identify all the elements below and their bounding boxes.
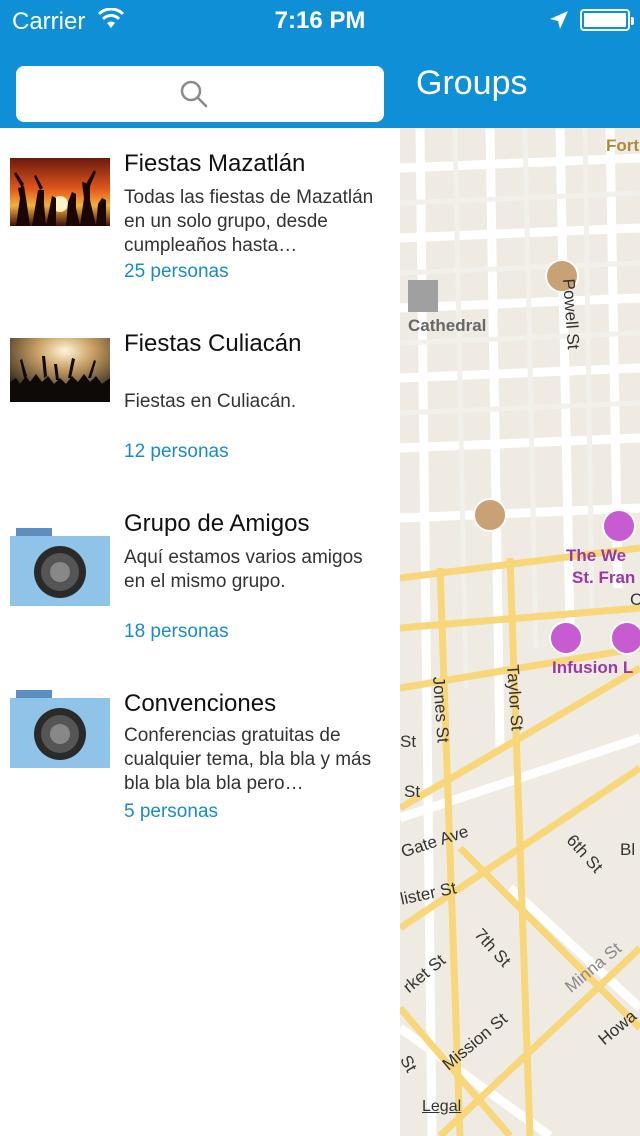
group-member-count[interactable]: 12 personas xyxy=(124,441,229,463)
group-row-convenciones[interactable]: Convenciones Conferencias gratuitas de c… xyxy=(0,668,400,848)
street-grid xyxy=(400,128,640,1136)
map-label-westin: The We xyxy=(566,546,627,565)
navigation-bar: Carrier 7:16 PM Groups xyxy=(0,0,640,128)
legal-link[interactable]: Legal xyxy=(422,1098,461,1116)
group-description: Conferencias gratuitas de cualquier tema… xyxy=(124,725,372,794)
group-title: Grupo de Amigos xyxy=(124,510,310,537)
group-row-grupo-de-amigos[interactable]: Grupo de Amigos Aquí estamos varios amig… xyxy=(0,488,400,668)
page-title: Groups xyxy=(416,64,528,102)
group-description: Todas las fiestas de Mazatlán en un solo… xyxy=(124,187,374,256)
map-view[interactable]: Cathedral Powell St Jones St Taylor St G… xyxy=(400,128,640,1136)
group-member-count[interactable]: 18 personas xyxy=(124,621,229,643)
map-label-infusion: Infusion L xyxy=(552,658,634,677)
search-icon xyxy=(179,79,209,114)
map-label-bl: Bl xyxy=(620,840,636,859)
group-description: Aquí estamos varios amigos en el mismo g… xyxy=(124,547,363,592)
map-label-st-1: St xyxy=(400,732,417,751)
location-arrow-icon xyxy=(548,9,570,36)
party-sunset-photo xyxy=(10,158,110,226)
battery-icon xyxy=(580,9,634,31)
groups-list: Fiestas Mazatlán Todas las fiestas de Ma… xyxy=(0,128,400,1136)
search-bar[interactable] xyxy=(16,66,384,122)
group-row-fiestas-mazatlan[interactable]: Fiestas Mazatlán Todas las fiestas de Ma… xyxy=(0,128,400,308)
map-label-cathedral: Cathedral xyxy=(408,316,487,335)
group-member-count[interactable]: 5 personas xyxy=(124,801,218,823)
group-description: Fiestas en Culiacán. xyxy=(124,391,297,412)
group-title: Convenciones xyxy=(124,690,277,717)
map-label-fort: Fort xyxy=(606,136,640,155)
group-title: Fiestas Culiacán xyxy=(124,330,302,357)
camera-placeholder-icon xyxy=(10,690,110,768)
concert-crowd-photo xyxy=(10,338,110,402)
map-label-st-2: St xyxy=(404,782,421,801)
map-label-c: C xyxy=(630,590,640,609)
camera-placeholder-icon xyxy=(10,528,110,606)
map-label-st-francis: St. Fran xyxy=(572,568,636,587)
group-member-count[interactable]: 25 personas xyxy=(124,261,229,283)
clock: 7:16 PM xyxy=(274,7,366,34)
group-row-fiestas-culiacan[interactable]: Fiestas Culiacán Fiestas en Culiacán. 12… xyxy=(0,308,400,488)
status-bar: Carrier 7:16 PM xyxy=(0,0,640,40)
group-title: Fiestas Mazatlán xyxy=(124,150,306,177)
